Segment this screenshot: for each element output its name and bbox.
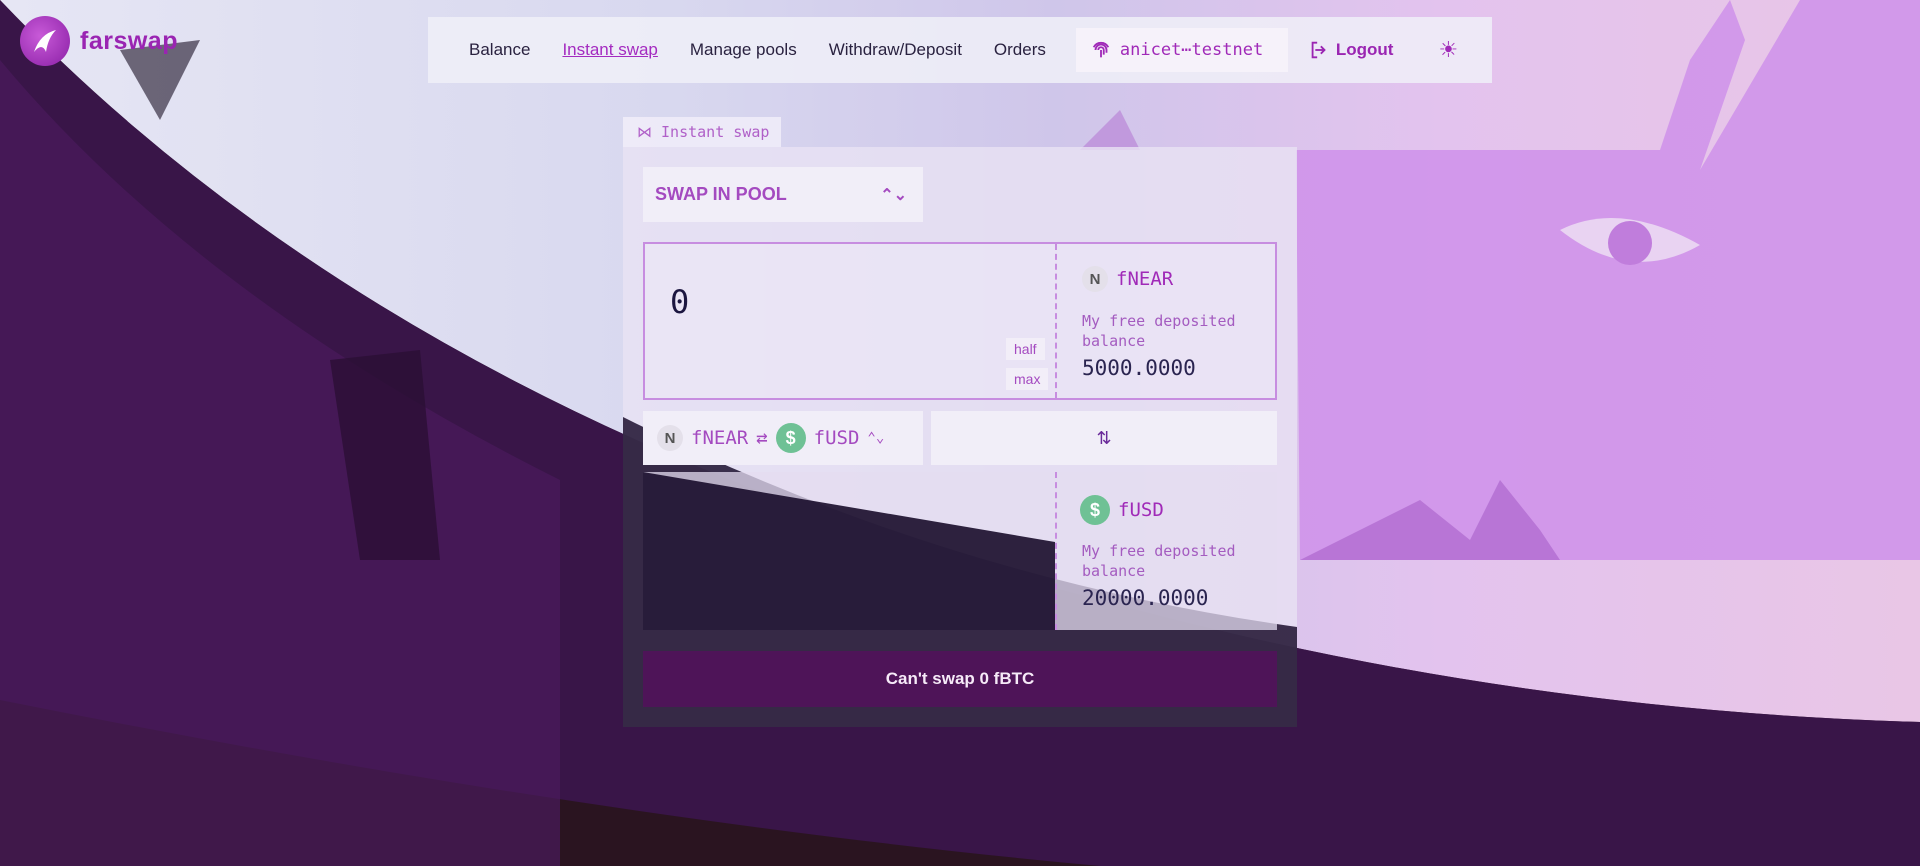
logout-icon xyxy=(1311,41,1326,59)
usd-token-icon: $ xyxy=(775,423,806,453)
near-token-icon: N xyxy=(1082,266,1108,292)
to-divider xyxy=(1055,472,1057,630)
pair-select[interactable]: N fNEAR ⇄ $ fUSD ⌃⌄ xyxy=(643,411,923,465)
chevron-updown-icon: ⌃⌄ xyxy=(867,430,885,446)
logout-button[interactable]: Logout xyxy=(1308,39,1394,61)
from-token-name: fNEAR xyxy=(1116,268,1174,290)
from-amount-input[interactable]: 0 xyxy=(670,283,689,321)
from-divider xyxy=(1055,244,1057,398)
to-token-name: fUSD xyxy=(1118,499,1164,521)
half-button[interactable]: half xyxy=(1006,338,1045,360)
from-token: N fNEAR xyxy=(1082,266,1173,292)
to-token: $ fUSD xyxy=(1080,495,1164,525)
max-button[interactable]: max xyxy=(1006,368,1049,390)
nav-orders[interactable]: Orders xyxy=(994,40,1046,60)
pair-quote: fUSD xyxy=(813,427,860,449)
nav-balance[interactable]: Balance xyxy=(469,40,530,60)
fingerprint-icon xyxy=(1092,41,1110,58)
farswap-logo-icon xyxy=(20,16,70,66)
panel-tab[interactable]: ⋈ Instant swap xyxy=(623,117,781,147)
nav-manage-pools[interactable]: Manage pools xyxy=(690,40,797,60)
swap-arrows-icon: ⇄ xyxy=(756,427,768,449)
logout-label: Logout xyxy=(1335,40,1394,59)
flip-arrows-icon: ⇅ xyxy=(1096,427,1112,448)
pair-base: fNEAR xyxy=(691,427,749,449)
sun-icon[interactable]: ☀ xyxy=(1438,37,1458,63)
brand-name: farswap xyxy=(80,26,178,55)
to-balance-value: 20000.0000 xyxy=(1082,586,1209,610)
to-amount-shadow xyxy=(643,472,1055,630)
nav-instant-swap[interactable]: Instant swap xyxy=(562,40,657,60)
brand-logo[interactable]: farswap xyxy=(20,16,178,66)
swap-mode-value: SWAP IN POOL xyxy=(655,184,787,204)
top-nav: Balance Instant swap Manage pools Withdr… xyxy=(428,17,1492,83)
swap-mode-select[interactable]: SWAP IN POOL ⌃⌄ xyxy=(643,167,923,222)
swap-button[interactable]: Can't swap 0 fBTC xyxy=(643,651,1277,707)
from-balance-label: My free deposited balance xyxy=(1082,312,1236,350)
nav-withdraw-deposit[interactable]: Withdraw/Deposit xyxy=(829,40,962,60)
account-name: anicet⋯testnet xyxy=(1119,40,1264,60)
chevron-updown-icon: ⌃⌄ xyxy=(880,186,907,204)
usd-token-icon: $ xyxy=(1080,495,1110,525)
account-button[interactable]: anicet⋯testnet xyxy=(1075,28,1288,72)
from-balance-value: 5000.0000 xyxy=(1082,356,1196,380)
near-token-icon: N xyxy=(657,425,683,451)
flip-direction-button[interactable]: ⇅ xyxy=(931,411,1277,465)
to-balance-label: My free deposited balance xyxy=(1082,542,1236,580)
